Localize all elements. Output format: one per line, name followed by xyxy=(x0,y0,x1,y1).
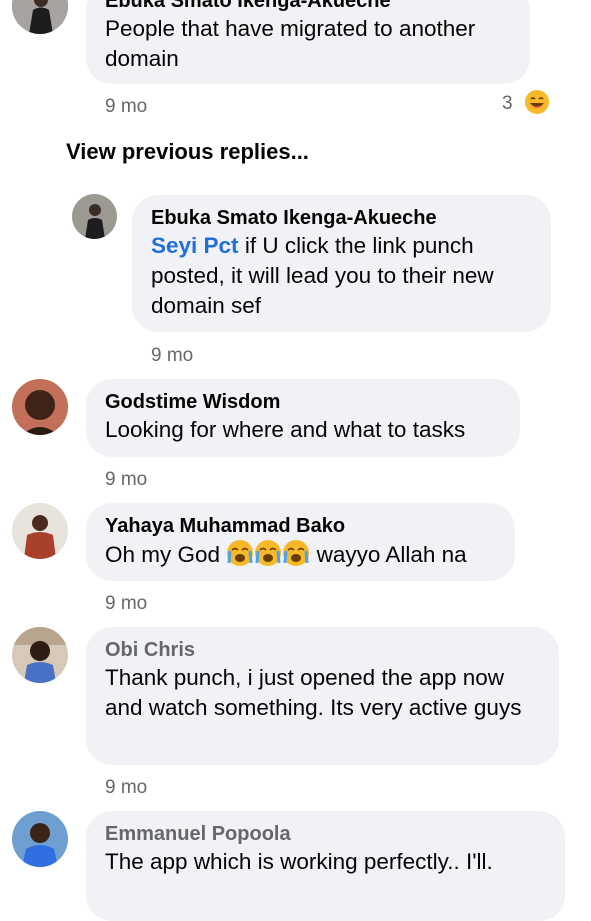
comment-text: Oh my God wayyo Allah na xyxy=(105,539,495,575)
crying-emoji-icon xyxy=(226,539,254,575)
comment-time[interactable]: 9 mo xyxy=(105,593,147,615)
commenter-name[interactable]: Obi Chris xyxy=(105,637,539,663)
comment-text: The app which is working perfectly.. I'l… xyxy=(105,849,493,874)
comment-time[interactable]: 9 mo xyxy=(105,777,147,799)
crying-emoji-icon xyxy=(254,539,282,575)
comment-text: People that have migrated to another dom… xyxy=(105,16,476,71)
comment-bubble: Emmanuel Popoola The app which is workin… xyxy=(86,811,565,921)
avatar[interactable] xyxy=(12,811,68,867)
comment-text: Looking for where and what to tasks xyxy=(105,417,466,442)
avatar[interactable] xyxy=(12,627,68,683)
comment-time[interactable]: 9 mo xyxy=(105,96,147,118)
avatar[interactable] xyxy=(12,503,68,559)
comment-body: wayyo Allah na xyxy=(316,542,467,567)
commenter-name[interactable]: Godstime Wisdom xyxy=(105,389,500,415)
commenter-name[interactable]: Ebuka Smato Ikenga-Akueche xyxy=(151,205,531,231)
commenter-name[interactable]: Yahaya Muhammad Bako xyxy=(105,513,495,539)
comment-bubble: Obi Chris Thank punch, i just opened the… xyxy=(86,627,559,765)
avatar[interactable] xyxy=(12,379,68,435)
comment-bubble: Godstime Wisdom Looking for where and wh… xyxy=(86,379,520,457)
comment-bubble: Ebuka Smato Ikenga-Akueche People that h… xyxy=(86,0,530,84)
view-previous-replies-link[interactable]: View previous replies... xyxy=(66,139,309,165)
comment-text: Thank punch, i just opened the app now a… xyxy=(105,665,522,720)
crying-emoji-icon xyxy=(282,539,310,575)
laughing-emoji-icon[interactable] xyxy=(524,89,550,120)
comment-time[interactable]: 9 mo xyxy=(105,469,147,491)
mention-link[interactable]: Seyi Pct xyxy=(151,233,239,258)
commenter-name[interactable]: Emmanuel Popoola xyxy=(105,821,545,847)
comment-bubble: Ebuka Smato Ikenga-Akueche Seyi Pct if U… xyxy=(132,195,551,332)
avatar[interactable] xyxy=(12,0,68,34)
comment-text: Seyi Pct if U click the link punch poste… xyxy=(151,231,531,321)
comment-time[interactable]: 9 mo xyxy=(151,345,193,367)
comment-body: Oh my God xyxy=(105,542,221,567)
avatar[interactable] xyxy=(72,194,117,239)
commenter-name[interactable]: Ebuka Smato Ikenga-Akueche xyxy=(105,0,510,14)
comment-bubble: Yahaya Muhammad Bako Oh my God wayyo All… xyxy=(86,503,515,581)
reaction-count[interactable]: 3 xyxy=(502,93,513,115)
